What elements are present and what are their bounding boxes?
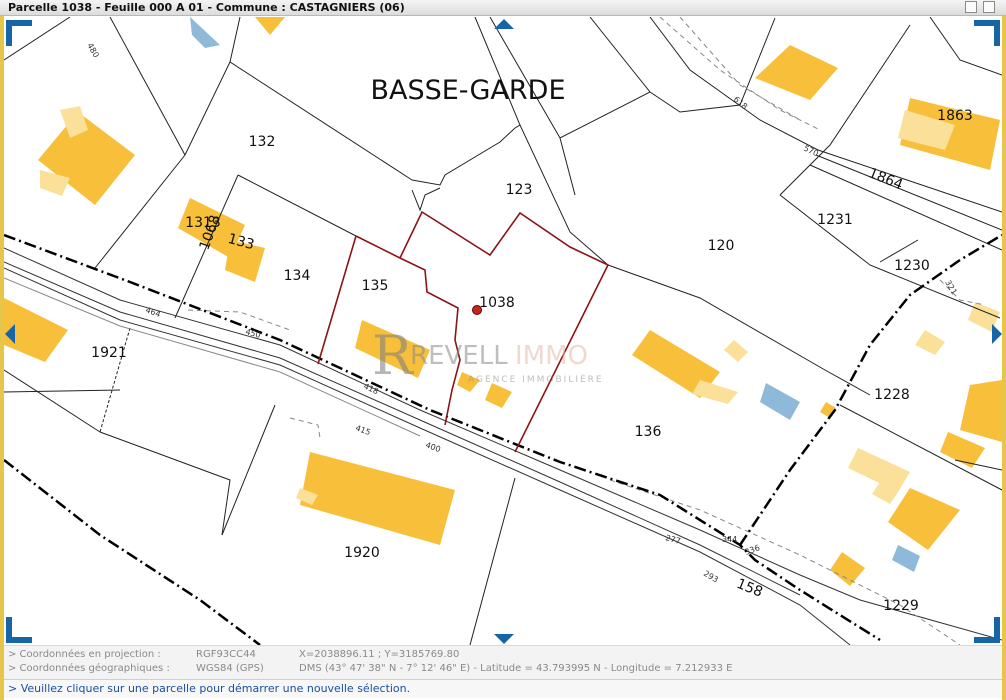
- parcel-label-132[interactable]: 132: [249, 134, 276, 150]
- parcel-label-1230[interactable]: 1230: [894, 258, 930, 274]
- boundary-line: [738, 233, 1002, 546]
- small-label: 464: [144, 305, 161, 319]
- parcel-label-1231[interactable]: 1231: [817, 212, 853, 228]
- parcel-line: [229, 17, 241, 63]
- agency-watermark: R REVELL IMMO AGENCE IMMOBILIÈRE: [372, 324, 604, 387]
- parcel-label-1863[interactable]: 1863: [937, 108, 973, 124]
- pan-right-arrow-icon[interactable]: [992, 324, 1002, 344]
- parcel-line: [4, 369, 101, 433]
- corner-top-left: [6, 20, 32, 46]
- projection-value: X=2038896.11 ; Y=3185769.80: [299, 649, 460, 660]
- small-labels: 480 618 570 464 450 418 415 400 277 344 …: [85, 42, 958, 585]
- restore-icon[interactable]: [965, 1, 977, 13]
- parcel-line: [519, 124, 609, 266]
- cadastral-map[interactable]: BASSE-GARDE 132 123 1313 1068 133 134 13…: [4, 17, 1002, 645]
- water-basin: [892, 545, 920, 572]
- building: [255, 17, 285, 35]
- parcel-label-135[interactable]: 135: [362, 278, 389, 294]
- building: [485, 383, 512, 408]
- building: [724, 340, 748, 362]
- watermark-brand-left: REVELL: [410, 341, 508, 371]
- parcel-label-120[interactable]: 120: [708, 238, 735, 254]
- parcel-line: [411, 187, 441, 212]
- small-label: 570: [802, 144, 820, 159]
- building: [692, 380, 738, 404]
- building: [300, 452, 455, 545]
- projection-system: RGF93CC44: [196, 649, 256, 660]
- parcel-boundaries: [4, 17, 1002, 645]
- road-edge: [4, 267, 851, 645]
- status-bar: > Veuillez cliquer sur une parcelle pour…: [4, 679, 1002, 698]
- building: [830, 552, 865, 586]
- small-label: 400: [424, 440, 441, 454]
- parcel-line: [237, 174, 357, 237]
- building: [915, 330, 945, 355]
- parcel-label-123[interactable]: 123: [506, 182, 533, 198]
- corner-top-right: [974, 20, 1000, 46]
- parcel-line: [809, 164, 1002, 251]
- small-label: 480: [85, 42, 100, 60]
- building: [755, 45, 838, 100]
- small-label: 336: [744, 543, 761, 557]
- building: [940, 432, 985, 468]
- parcel-line: [559, 137, 576, 196]
- status-message: > Veuillez cliquer sur une parcelle pour…: [8, 682, 411, 695]
- map-canvas[interactable]: BASSE-GARDE 132 123 1313 1068 133 134 13…: [4, 17, 1002, 645]
- small-label: 321: [943, 279, 958, 297]
- watermark-tagline: AGENCE IMMOBILIÈRE: [468, 373, 604, 385]
- parcel-label-1920[interactable]: 1920: [344, 545, 380, 561]
- watermark-r-icon: R: [372, 324, 414, 387]
- geographic-value: DMS (43° 47' 38" N - 7° 12' 46" E) - Lat…: [299, 663, 733, 674]
- window-title: Parcelle 1038 - Feuille 000 A 01 - Commu…: [8, 1, 405, 14]
- parcel-label-134[interactable]: 134: [284, 268, 311, 284]
- pan-left-arrow-icon[interactable]: [5, 324, 15, 344]
- water-basin: [190, 17, 220, 48]
- small-label: 618: [732, 95, 749, 112]
- dashed-line: [289, 417, 321, 439]
- parcel-label-1228[interactable]: 1228: [874, 387, 910, 403]
- parcel-line: [469, 477, 516, 645]
- parcel-label-1864[interactable]: 1864: [866, 165, 905, 193]
- road-edge: [4, 277, 421, 437]
- road-label-158: 158: [734, 576, 765, 601]
- parcel-line: [99, 431, 231, 536]
- boundary-line: [4, 459, 261, 645]
- road-edge: [4, 261, 801, 596]
- selection-marker: [472, 305, 482, 315]
- dashed-line: [187, 309, 291, 331]
- corner-bottom-right: [974, 617, 1000, 643]
- parcel-line: [607, 264, 871, 396]
- projection-label: > Coordonnées en projection :: [8, 649, 161, 660]
- parcel-line: [221, 404, 276, 536]
- parcel-label-1921[interactable]: 1921: [91, 345, 127, 361]
- parcel-label-1229[interactable]: 1229: [883, 598, 919, 614]
- small-label: 415: [354, 423, 371, 437]
- geographic-label: > Coordonnées géographiques :: [8, 663, 170, 674]
- geographic-system: WGS84 (GPS): [196, 663, 264, 674]
- selected-boundary: [317, 235, 357, 365]
- parcel-line: [649, 17, 776, 113]
- parcel-line: [4, 389, 121, 393]
- corner-bottom-left: [6, 617, 32, 643]
- watermark-brand-right: IMMO: [515, 341, 588, 371]
- pan-down-arrow-icon[interactable]: [494, 634, 514, 644]
- lieu-dit-label: BASSE-GARDE: [370, 75, 565, 106]
- building: [960, 380, 1002, 442]
- title-bar: Parcelle 1038 - Feuille 000 A 01 - Commu…: [0, 0, 1006, 16]
- selected-boundary[interactable]: [399, 210, 610, 453]
- small-label: 293: [702, 569, 720, 584]
- coordinates-panel: > Coordonnées en projection : RGF93CC44 …: [4, 645, 1002, 679]
- parcel-label-136[interactable]: 136: [635, 424, 662, 440]
- small-label: 450: [244, 327, 261, 340]
- water-basin: [760, 383, 800, 420]
- close-icon[interactable]: [983, 1, 995, 13]
- parcel-line: [99, 327, 131, 433]
- dashed-lines: [187, 17, 986, 645]
- parcel-label-1038[interactable]: 1038: [479, 295, 515, 311]
- pan-up-arrow-icon[interactable]: [494, 19, 514, 29]
- building: [888, 488, 960, 550]
- small-label: 344: [722, 535, 737, 544]
